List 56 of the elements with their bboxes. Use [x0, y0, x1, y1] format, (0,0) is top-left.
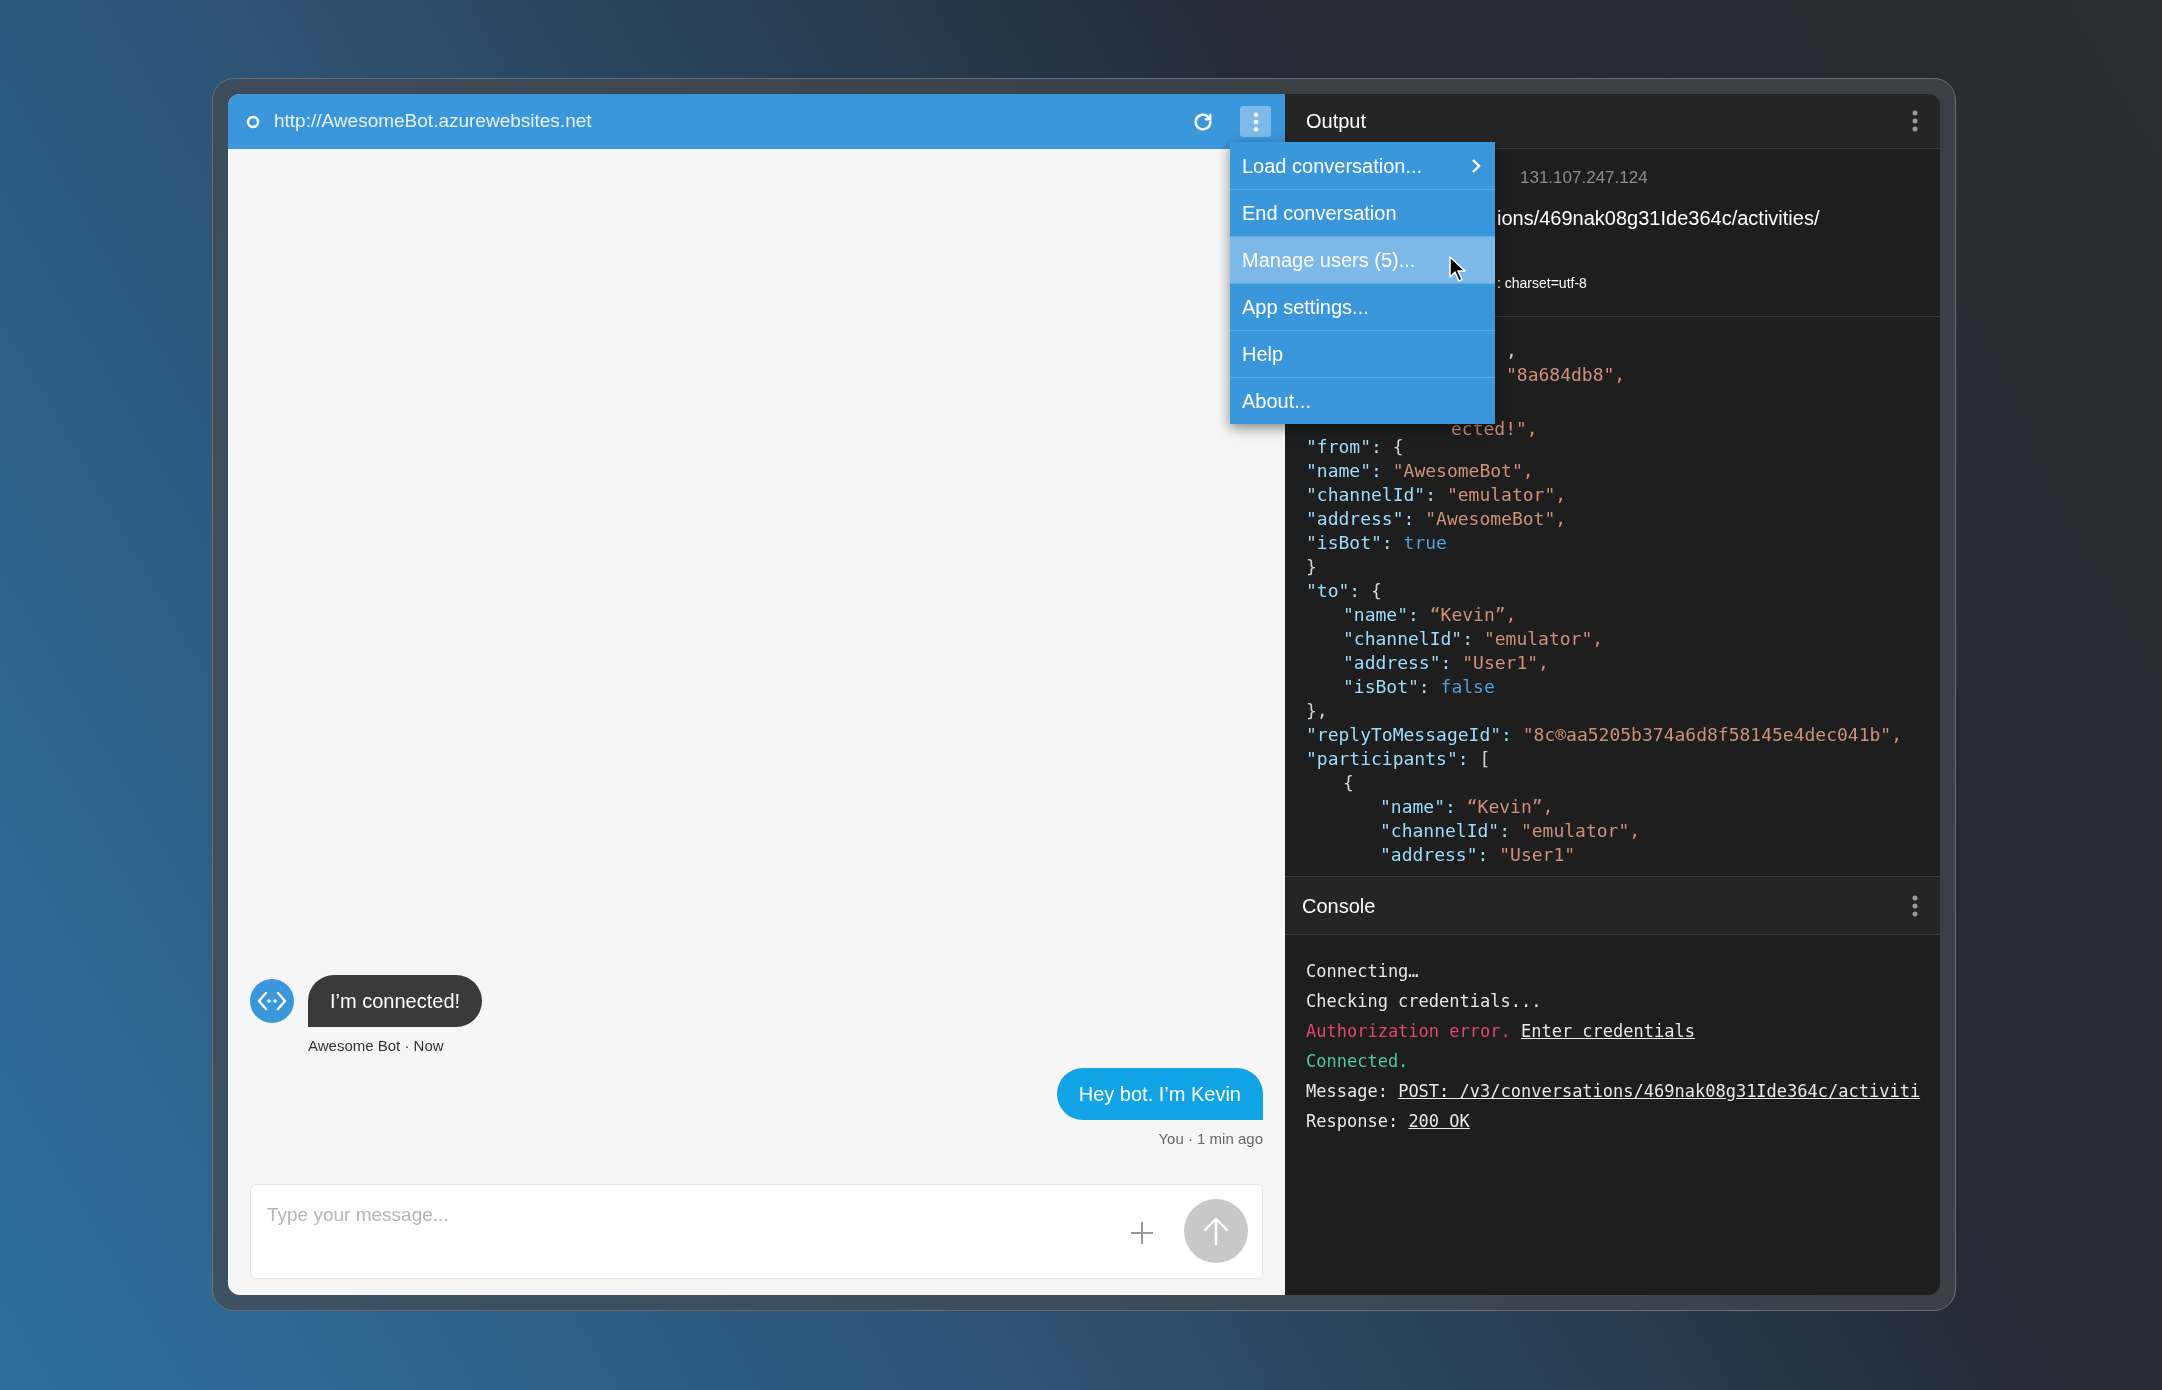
code-line: "channelId": "emulator", — [1380, 819, 1641, 843]
user-message: Hey bot. I’m Kevin — [1056, 1067, 1263, 1120]
code-line: "replyToMessageId": "8c®aa5205b374a6d8f58145e4dec041b", — [1306, 723, 1903, 747]
code-line: "isBot": false — [1343, 675, 1495, 699]
code-line: "channelId": "emulator", — [1343, 627, 1604, 651]
more-icon — [1252, 111, 1259, 132]
code-line: "address": "User1" — [1380, 843, 1576, 867]
code-line: "name": “Kevin”, — [1380, 795, 1554, 819]
code-icon — [257, 990, 287, 1012]
code-line: }, — [1306, 699, 1328, 723]
console-line: Connected. — [1306, 1050, 1409, 1073]
arrow-up-icon — [1202, 1216, 1230, 1246]
refresh-icon[interactable] — [1192, 110, 1214, 133]
code-line: } — [1306, 555, 1317, 579]
code-line: "isBot": true — [1306, 531, 1447, 555]
code-line: "address": "User1", — [1343, 651, 1549, 675]
console-line: Authorization error. Enter credentials — [1306, 1020, 1695, 1043]
ip-address: 131.107.247.124 — [1520, 167, 1648, 189]
console-line: Message: POST: /v3/conversations/469nak08g31Ide364c/activiti — [1306, 1080, 1921, 1103]
message-meta: You · 1 min ago — [1158, 1128, 1263, 1149]
content-type: : charset=utf-8 — [1497, 273, 1587, 293]
more-icon[interactable] — [1912, 894, 1918, 917]
menu-item[interactable]: Manage users (5)... — [1230, 236, 1495, 283]
message-field[interactable]: Type your message... — [267, 1201, 1130, 1230]
code-line: "to": { — [1306, 579, 1382, 603]
console-link[interactable]: POST: /v3/conversations/469nak08g31Ide364c/activiti — [1398, 1081, 1921, 1101]
code-line: { — [1343, 771, 1354, 795]
menu-item[interactable]: Help — [1230, 330, 1495, 377]
menu-item[interactable]: Load conversation... — [1230, 142, 1495, 189]
cursor-icon — [1449, 256, 1467, 282]
code-line: "from": { — [1306, 435, 1404, 459]
code-line: "name": “Kevin”, — [1343, 603, 1517, 627]
code-line: "participants": [ — [1306, 747, 1491, 771]
console-link[interactable]: Enter credentials — [1520, 1021, 1695, 1041]
more-icon[interactable] — [1912, 110, 1918, 132]
bot-message: I’m connected! — [308, 975, 483, 1027]
console-line: Checking credentials... — [1306, 990, 1542, 1013]
panel-title: Console — [1302, 893, 1377, 919]
message-meta: Awesome Bot · Now — [308, 1036, 444, 1056]
url-text: http://AwesomeBot.azurewebsites.net — [274, 109, 593, 134]
console-link[interactable]: 200 OK — [1408, 1111, 1470, 1131]
request-url: ions/469nak08g31Ide364c/activities/ — [1497, 205, 1820, 231]
menu-item[interactable]: App settings... — [1230, 283, 1495, 330]
code-line: "name": "AwesomeBot", — [1306, 459, 1534, 483]
panel-title: Output — [1306, 109, 1368, 134]
more-button[interactable] — [1240, 106, 1271, 137]
status-icon — [246, 114, 260, 129]
code-line: "8a684db8", — [1506, 363, 1626, 387]
code-line: "address": "AwesomeBot", — [1306, 507, 1567, 531]
menu-item[interactable]: About... — [1230, 377, 1495, 424]
code-line: , — [1506, 339, 1517, 363]
message-input[interactable]: Type your message... — [250, 1184, 1263, 1279]
console-line: Connecting… — [1306, 960, 1419, 983]
code-line: "channelId": "emulator", — [1306, 483, 1567, 507]
console-line: Response: 200 OK — [1306, 1110, 1470, 1133]
plus-icon[interactable] — [1130, 1221, 1154, 1245]
